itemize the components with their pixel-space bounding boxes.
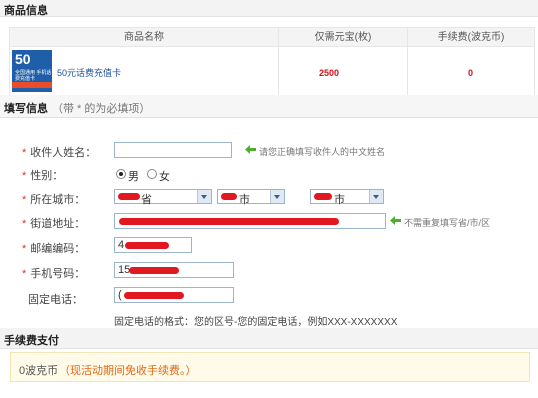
phone-format-hint: 固定电话的格式：您的区号-您的固定电话，例如XXX-XXXXXXX <box>114 317 398 328</box>
card-caption: 全国通用 手机话费充值卡 <box>15 70 52 82</box>
city-select[interactable]: 市 <box>217 189 285 206</box>
col-header-name: 商品名称 <box>9 27 279 47</box>
product-section-title: 商品信息 <box>4 5 48 17</box>
fill-section-title: 填写信息 <box>4 103 48 115</box>
gender-label: * 性别： <box>22 170 64 182</box>
district-select[interactable]: 市 <box>310 189 384 206</box>
gender-female-label: 女 <box>159 171 170 183</box>
street-label: * 街道地址： <box>22 218 86 230</box>
product-fee: 0 <box>468 68 474 78</box>
chevron-down-icon <box>197 190 211 203</box>
zip-code-input[interactable]: 4 <box>114 237 192 253</box>
gender-male-label: 男 <box>128 171 139 183</box>
phone-label: 固定电话： <box>28 294 83 306</box>
gender-female-radio[interactable] <box>147 169 157 179</box>
hint-arrow-icon <box>390 216 401 225</box>
mobile-label: * 手机号码： <box>22 268 86 280</box>
street-hint: 不需重复填写省/市/区 <box>404 218 491 228</box>
fill-section-header: 填写信息 （带 * 的为必填项） <box>0 95 538 118</box>
fee-value: 0波克币 <box>19 365 59 377</box>
gender-male-radio[interactable] <box>116 169 126 179</box>
recipient-name-input[interactable] <box>114 142 232 158</box>
chevron-down-icon <box>369 190 383 203</box>
fee-box: 0波克币 （现活动期间免收手续费。） <box>10 352 530 382</box>
street-address-input[interactable] <box>114 213 386 229</box>
recipient-label: * 收件人姓名： <box>22 147 97 159</box>
col-header-price: 仅需元宝(枚) <box>278 27 408 47</box>
phone-number-input[interactable]: ( <box>114 287 234 303</box>
fee-section-title: 手续费支付 <box>4 335 59 347</box>
hint-arrow-icon <box>245 145 256 154</box>
province-select[interactable]: 省 <box>114 189 212 206</box>
product-name-link[interactable]: 50元话费充值卡 <box>57 66 121 79</box>
city-label: * 所在城市： <box>22 194 86 206</box>
chevron-down-icon <box>270 190 284 203</box>
product-section-header: 商品信息 <box>0 0 538 17</box>
required-note: （带 * 的为必填项） <box>52 103 151 115</box>
recipient-hint: 请您正确填写收件人的中文姓名 <box>259 147 386 157</box>
fee-section-header: 手续费支付 <box>0 328 538 349</box>
zip-label: * 邮编编码： <box>22 243 86 255</box>
card-value: 50 <box>15 51 31 67</box>
col-header-fee: 手续费(波克币) <box>407 27 535 47</box>
product-card-image[interactable]: 50 全国通用 手机话费充值卡 <box>12 50 52 92</box>
product-price: 2500 <box>319 68 340 78</box>
mobile-number-input[interactable]: 15 <box>114 262 234 278</box>
fee-note: （现活动期间免收手续费。） <box>59 365 197 377</box>
